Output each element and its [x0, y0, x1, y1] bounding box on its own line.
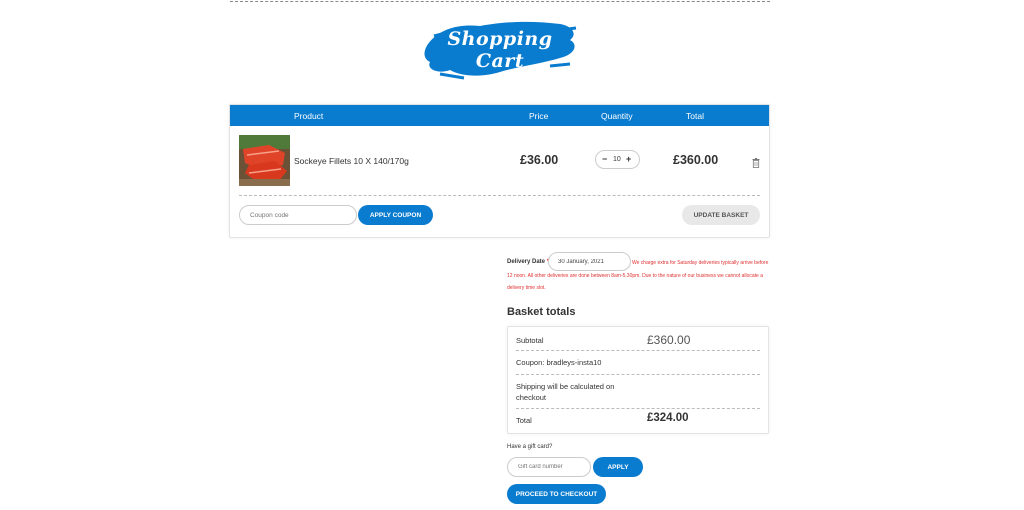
- salmon-image: [239, 135, 290, 186]
- cart-table-header: Product Price Quantity Total: [230, 105, 769, 126]
- header-price: Price: [529, 111, 549, 121]
- product-price: £36.00: [520, 153, 559, 167]
- product-line-total: £360.00: [673, 153, 719, 167]
- basket-totals-title: Basket totals: [507, 306, 576, 318]
- shopping-cart-logo: Shopping Cart: [420, 14, 580, 82]
- quantity-stepper[interactable]: − 10 +: [595, 150, 640, 169]
- cart-divider: [239, 195, 760, 196]
- coupon-applied-label: Coupon: bradleys-insta10: [516, 358, 602, 367]
- top-divider: [230, 1, 770, 2]
- gift-card-input[interactable]: [507, 457, 591, 477]
- shipping-text: Shipping will be calculated on checkout: [516, 382, 615, 402]
- trash-icon[interactable]: [752, 155, 760, 168]
- total-label: Total: [516, 416, 532, 425]
- proceed-to-checkout-button[interactable]: PROCEED TO CHECKOUT: [507, 484, 606, 504]
- quantity-value[interactable]: 10: [613, 156, 621, 163]
- totals-divider: [516, 408, 760, 409]
- header-total: Total: [686, 111, 704, 121]
- product-name[interactable]: Sockeye Fillets 10 X 140/170g: [294, 156, 409, 166]
- basket-totals-table: Subtotal £360.00 Coupon: bradleys-insta1…: [507, 326, 769, 434]
- quantity-decrease-button[interactable]: −: [602, 154, 607, 164]
- subtotal-row: Subtotal £360.00: [516, 333, 760, 349]
- gift-card-label: Have a gift card?: [507, 444, 553, 450]
- quantity-increase-button[interactable]: +: [626, 154, 631, 164]
- header-product: Product: [294, 111, 324, 121]
- update-basket-button[interactable]: UPDATE BASKET: [682, 205, 760, 225]
- total-value: £324.00: [647, 412, 689, 424]
- gift-card-apply-button[interactable]: APPLY: [593, 457, 643, 477]
- subtotal-value: £360.00: [647, 333, 691, 347]
- logo-text: Shopping Cart: [447, 28, 553, 72]
- apply-coupon-button[interactable]: APPLY COUPON: [358, 205, 433, 225]
- cart-table: Product Price Quantity Total Sockeye Fil…: [229, 104, 770, 238]
- product-thumbnail[interactable]: [239, 135, 290, 186]
- totals-divider: [516, 374, 760, 375]
- delivery-note: We charge extra for Saturday deliveries …: [507, 260, 769, 291]
- subtotal-label: Subtotal: [516, 336, 544, 345]
- totals-divider: [516, 350, 760, 351]
- coupon-code-input[interactable]: [239, 205, 357, 225]
- header-quantity: Quantity: [601, 111, 633, 121]
